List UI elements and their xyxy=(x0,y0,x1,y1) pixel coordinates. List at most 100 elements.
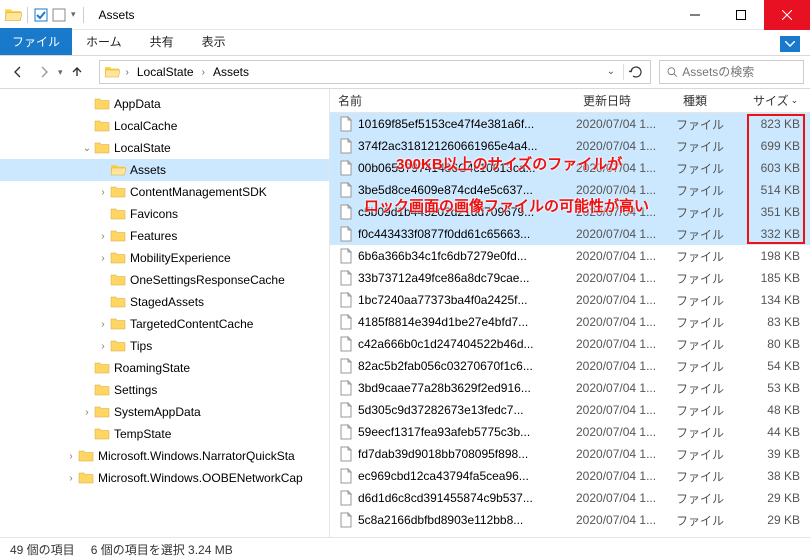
tree-label: Tips xyxy=(130,339,152,353)
file-type: ファイル xyxy=(676,138,746,155)
file-name: 5c8a2166dbfbd8903e112bb8... xyxy=(358,513,576,527)
expand-toggle[interactable]: › xyxy=(96,231,110,242)
file-size: 823 KB xyxy=(746,117,810,131)
tab-home[interactable]: ホーム xyxy=(72,28,136,55)
tree-label: TargetedContentCache xyxy=(130,317,253,331)
back-button[interactable] xyxy=(6,60,30,84)
folder-icon xyxy=(110,228,126,244)
file-row[interactable]: 6b6a366b34c1fc6db7279e0fd...2020/07/04 1… xyxy=(330,245,810,267)
file-date: 2020/07/04 1... xyxy=(576,183,676,197)
tree-node[interactable]: Favicons xyxy=(0,203,329,225)
search-input[interactable] xyxy=(682,65,797,79)
tree-node[interactable]: ›MobilityExperience xyxy=(0,247,329,269)
file-icon xyxy=(338,248,354,264)
column-size[interactable]: サイズ⌄ xyxy=(745,92,810,109)
file-name: ec969cbd12ca43794fa5cea96... xyxy=(358,469,576,483)
breadcrumb[interactable]: LocalState xyxy=(135,65,196,79)
file-list[interactable]: 300KB以上のサイズのファイルが ロック画面の画像ファイルの可能性が高い 10… xyxy=(330,113,810,537)
file-size: 699 KB xyxy=(746,139,810,153)
expand-toggle[interactable]: › xyxy=(64,473,78,484)
tab-file[interactable]: ファイル xyxy=(0,28,72,55)
expand-toggle[interactable]: › xyxy=(96,341,110,352)
tree-node[interactable]: LocalCache xyxy=(0,115,329,137)
file-type: ファイル xyxy=(676,468,746,485)
file-row[interactable]: ec969cbd12ca43794fa5cea96...2020/07/04 1… xyxy=(330,465,810,487)
file-row[interactable]: 33b73712a49fce86a8dc79cae...2020/07/04 1… xyxy=(330,267,810,289)
file-type: ファイル xyxy=(676,160,746,177)
expand-toggle[interactable]: ⌄ xyxy=(80,143,94,154)
file-date: 2020/07/04 1... xyxy=(576,513,676,527)
forward-button[interactable] xyxy=(32,60,56,84)
tree-node[interactable]: › TargetedContentCache xyxy=(0,313,329,335)
tree-label: ContentManagementSDK xyxy=(130,185,267,199)
file-row[interactable]: 5d305c9d37282673e13fedc7...2020/07/04 1.… xyxy=(330,399,810,421)
file-row[interactable]: 5c8a2166dbfbd8903e112bb8...2020/07/04 1.… xyxy=(330,509,810,531)
file-row[interactable]: f0c443433f0877f0dd61c65663...2020/07/04 … xyxy=(330,223,810,245)
tab-view[interactable]: 表示 xyxy=(188,28,240,55)
file-row[interactable]: 3be5d8ce4609e874cd4e5c637...2020/07/04 1… xyxy=(330,179,810,201)
tree-node[interactable]: AppData xyxy=(0,93,329,115)
tree-node[interactable]: ›Microsoft.Windows.OOBENetworkCap xyxy=(0,467,329,489)
search-box[interactable] xyxy=(659,60,804,84)
file-row[interactable]: fd7dab39d9018bb708095f898...2020/07/04 1… xyxy=(330,443,810,465)
file-icon xyxy=(338,292,354,308)
file-row[interactable]: c5b09d1b445202d21dd709679...2020/07/04 1… xyxy=(330,201,810,223)
column-type[interactable]: 種類 xyxy=(675,92,745,109)
expand-toggle[interactable]: › xyxy=(96,319,110,330)
expand-toggle[interactable]: › xyxy=(64,451,78,462)
tree-node[interactable]: ›Features xyxy=(0,225,329,247)
column-name[interactable]: 名前 xyxy=(330,92,575,109)
refresh-button[interactable] xyxy=(626,64,646,80)
tree-node[interactable]: TempState xyxy=(0,423,329,445)
file-icon xyxy=(338,380,354,396)
file-row[interactable]: 00b065379741436C4c10613ca...2020/07/04 1… xyxy=(330,157,810,179)
file-row[interactable]: 4185f8814e394d1be27e4bfd7...2020/07/04 1… xyxy=(330,311,810,333)
tree-node[interactable]: RoamingState xyxy=(0,357,329,379)
tree-node[interactable]: ›Microsoft.Windows.NarratorQuickSta xyxy=(0,445,329,467)
tree-node[interactable]: StagedAssets xyxy=(0,291,329,313)
tree-node[interactable]: OneSettingsResponseCache xyxy=(0,269,329,291)
file-row[interactable]: 59eecf1317fea93afeb5775c3b...2020/07/04 … xyxy=(330,421,810,443)
tree-node[interactable]: Settings xyxy=(0,379,329,401)
file-row[interactable]: 3bd9caae77a28b3629f2ed916...2020/07/04 1… xyxy=(330,377,810,399)
tree-node[interactable]: › Tips xyxy=(0,335,329,357)
close-button[interactable] xyxy=(764,0,810,30)
tab-share[interactable]: 共有 xyxy=(136,28,188,55)
file-date: 2020/07/04 1... xyxy=(576,425,676,439)
ribbon-toggle[interactable] xyxy=(780,36,800,52)
navigation-tree[interactable]: AppData LocalCache ⌄LocalStateAssets › Conte… xyxy=(0,89,330,537)
tree-label: LocalCache xyxy=(114,119,177,133)
breadcrumb[interactable]: Assets xyxy=(211,65,251,79)
maximize-button[interactable] xyxy=(718,0,764,30)
tree-node[interactable]: › ContentManagementSDK xyxy=(0,181,329,203)
file-row[interactable]: c42a666b0c1d247404522b46d...2020/07/04 1… xyxy=(330,333,810,355)
file-icon xyxy=(338,424,354,440)
file-row[interactable]: 1bc7240aa77373ba4f0a2425f...2020/07/04 1… xyxy=(330,289,810,311)
file-date: 2020/07/04 1... xyxy=(576,403,676,417)
tree-node[interactable]: ⌄LocalState xyxy=(0,137,329,159)
tree-node[interactable]: Assets xyxy=(0,159,329,181)
file-row[interactable]: 10169f85ef5153ce47f4e381a6f...2020/07/04… xyxy=(330,113,810,135)
file-date: 2020/07/04 1... xyxy=(576,337,676,351)
up-button[interactable] xyxy=(65,60,89,84)
file-date: 2020/07/04 1... xyxy=(576,271,676,285)
tree-node[interactable]: ›SystemAppData xyxy=(0,401,329,423)
address-dropdown[interactable]: ⌄ xyxy=(601,64,621,80)
checkbox-checked-icon[interactable] xyxy=(33,7,49,23)
file-row[interactable]: 374f2ac318121260661965e4a4...2020/07/04 … xyxy=(330,135,810,157)
file-row[interactable]: d6d1d6c8cd391455874c9b537...2020/07/04 1… xyxy=(330,487,810,509)
file-icon xyxy=(338,358,354,374)
checkbox-unchecked-icon[interactable] xyxy=(51,7,67,23)
column-date[interactable]: 更新日時 xyxy=(575,92,675,109)
address-bar[interactable]: › LocalState › Assets ⌄ xyxy=(99,60,651,84)
expand-toggle[interactable]: › xyxy=(80,407,94,418)
file-date: 2020/07/04 1... xyxy=(576,381,676,395)
expand-toggle[interactable]: › xyxy=(96,253,110,264)
expand-toggle[interactable]: › xyxy=(96,187,110,198)
history-dropdown[interactable]: ▾ xyxy=(58,67,63,78)
file-row[interactable]: 82ac5b2fab056c03270670f1c6...2020/07/04 … xyxy=(330,355,810,377)
search-icon xyxy=(666,65,678,79)
file-pane: 名前 更新日時 種類 サイズ⌄ 300KB以上のサイズのファイルが ロック画面の… xyxy=(330,89,810,537)
minimize-button[interactable] xyxy=(672,0,718,30)
qat-dropdown[interactable]: ▾ xyxy=(69,9,78,20)
